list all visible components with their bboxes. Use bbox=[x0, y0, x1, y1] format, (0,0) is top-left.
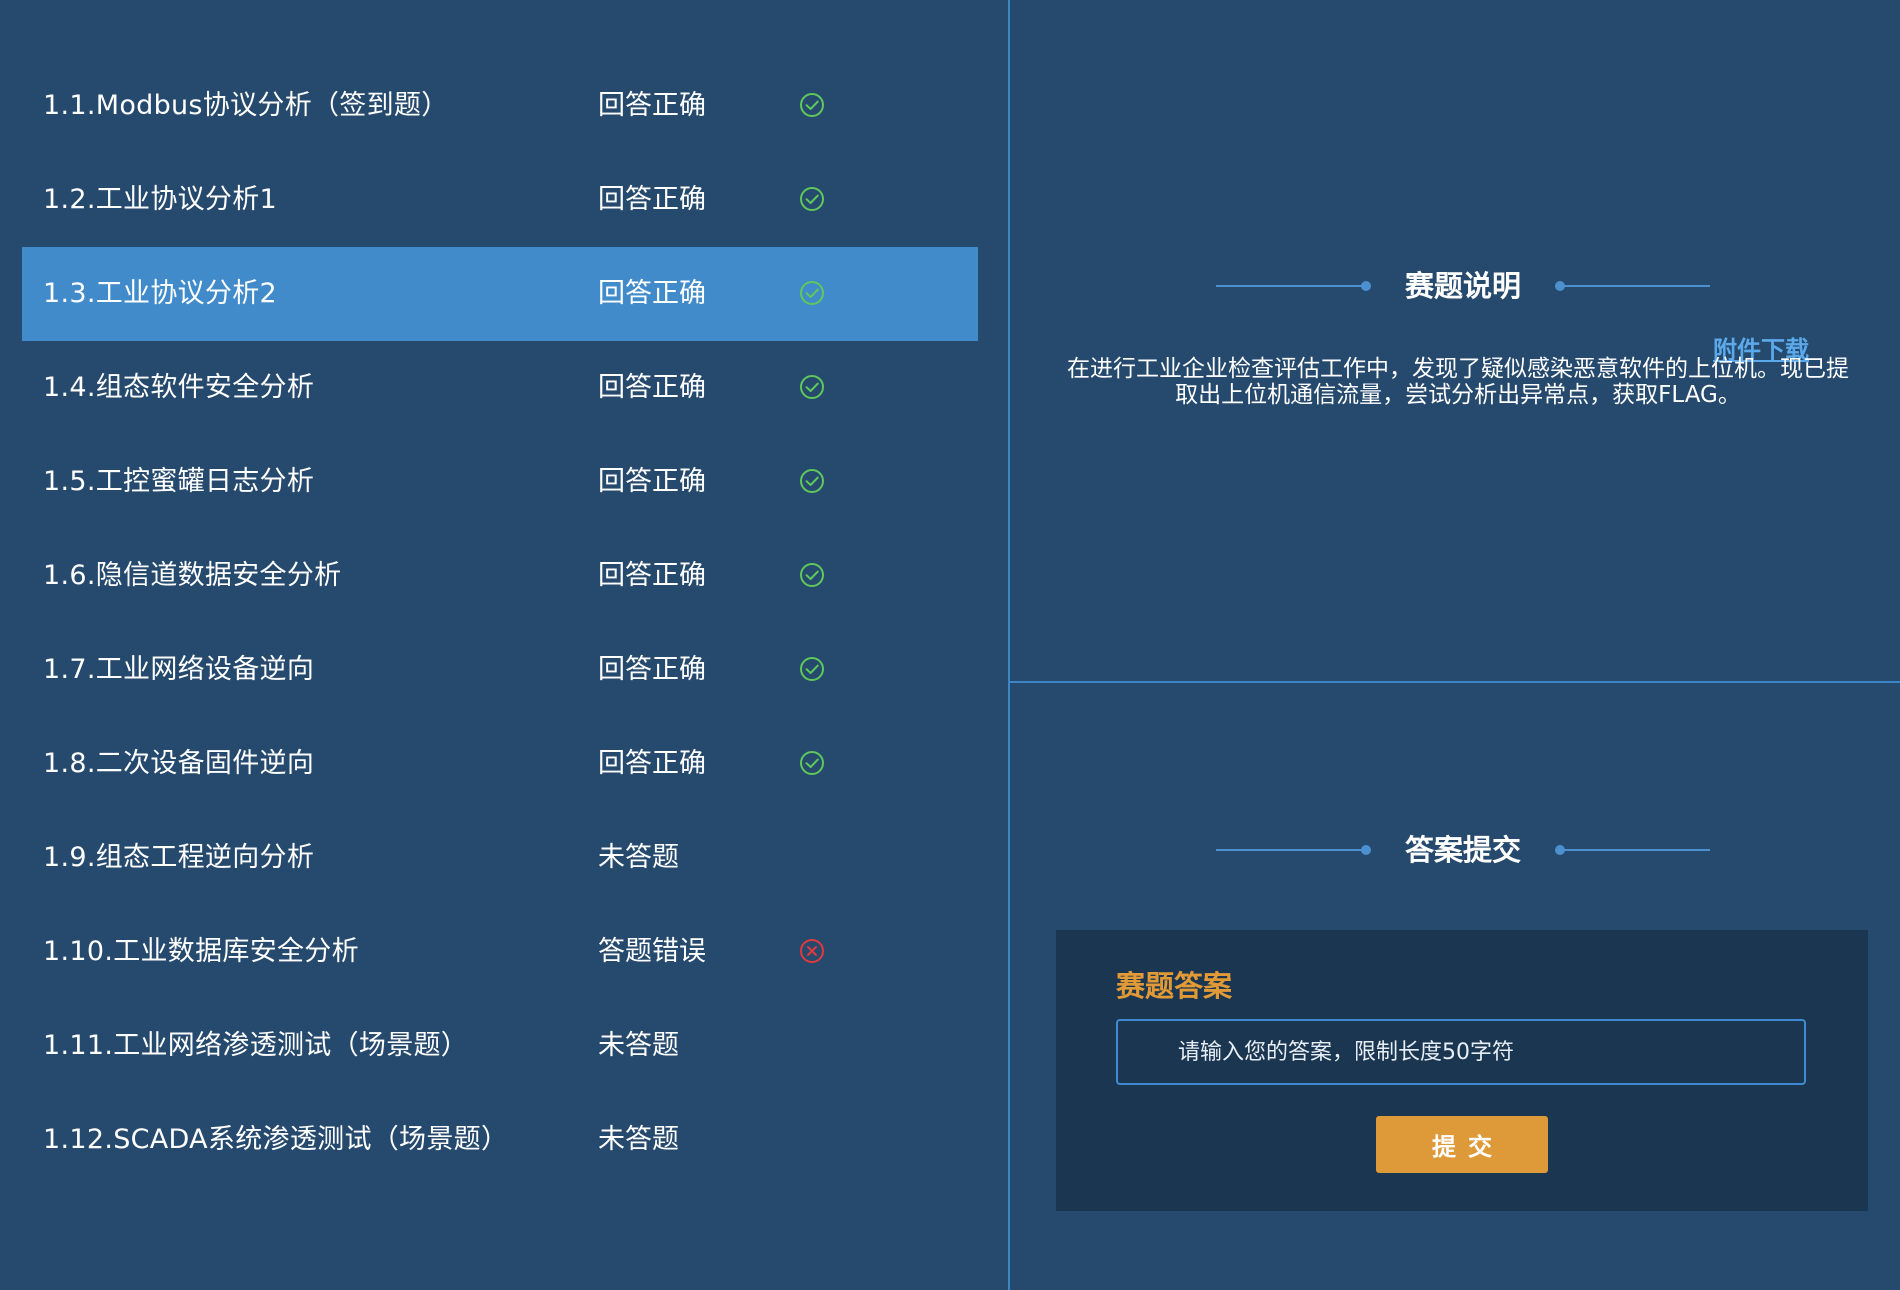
challenge-title: 1.9.组态工程逆向分析 bbox=[43, 842, 315, 873]
challenge-title: 1.1.Modbus协议分析（签到题） bbox=[43, 90, 449, 121]
description-header: 赛题说明 bbox=[1216, 266, 1710, 306]
challenge-status: 未答题 bbox=[598, 1124, 679, 1155]
challenge-status: 回答正确 bbox=[598, 748, 706, 779]
challenge-title: 1.3.工业协议分析2 bbox=[43, 278, 277, 309]
header-line-right bbox=[1562, 849, 1710, 851]
answer-box-title: 赛题答案 bbox=[1116, 969, 1233, 1003]
horizontal-divider bbox=[1010, 681, 1900, 683]
x-circle-icon bbox=[798, 937, 826, 965]
challenge-row[interactable]: 1.4.组态软件安全分析 回答正确 bbox=[22, 341, 978, 435]
challenge-status: 回答正确 bbox=[598, 560, 706, 591]
challenge-title: 1.2.工业协议分析1 bbox=[43, 184, 277, 215]
check-circle-icon bbox=[798, 561, 826, 589]
answer-input[interactable] bbox=[1116, 1019, 1806, 1085]
challenge-status: 回答正确 bbox=[598, 184, 706, 215]
submit-button[interactable]: 提交 bbox=[1376, 1116, 1548, 1173]
challenge-status: 回答正确 bbox=[598, 90, 706, 121]
challenge-title: 1.4.组态软件安全分析 bbox=[43, 372, 315, 403]
header-line-right bbox=[1562, 285, 1710, 287]
check-circle-icon bbox=[798, 655, 826, 683]
challenge-list-panel: 1.1.Modbus协议分析（签到题） 回答正确 1.2.工业协议分析1 回答正确 1.… bbox=[0, 0, 1008, 1290]
challenge-row[interactable]: 1.8.二次设备固件逆向 回答正确 bbox=[22, 717, 978, 811]
challenge-list: 1.1.Modbus协议分析（签到题） 回答正确 1.2.工业协议分析1 回答正确 1.… bbox=[22, 59, 978, 1187]
check-circle-icon bbox=[798, 467, 826, 495]
challenge-row[interactable]: 1.10.工业数据库安全分析 答题错误 bbox=[22, 905, 978, 999]
challenge-status: 回答正确 bbox=[598, 278, 706, 309]
challenge-row[interactable]: 1.5.工控蜜罐日志分析 回答正确 bbox=[22, 435, 978, 529]
challenge-title: 1.11.工业网络渗透测试（场景题） bbox=[43, 1030, 469, 1061]
challenge-title: 1.10.工业数据库安全分析 bbox=[43, 936, 359, 967]
challenge-row[interactable]: 1.2.工业协议分析1 回答正确 bbox=[22, 153, 978, 247]
check-circle-icon bbox=[798, 749, 826, 777]
answer-header: 答案提交 bbox=[1216, 830, 1710, 870]
vertical-divider bbox=[1008, 0, 1010, 1290]
challenge-title: 1.7.工业网络设备逆向 bbox=[43, 654, 315, 685]
check-circle-icon bbox=[798, 279, 826, 307]
check-circle-icon bbox=[798, 91, 826, 119]
challenge-row[interactable]: 1.7.工业网络设备逆向 回答正确 bbox=[22, 623, 978, 717]
challenge-row[interactable]: 1.6.隐信道数据安全分析 回答正确 bbox=[22, 529, 978, 623]
challenge-status: 答题错误 bbox=[598, 936, 706, 967]
challenge-title: 1.8.二次设备固件逆向 bbox=[43, 748, 315, 779]
challenge-title: 1.12.SCADA系统渗透测试（场景题） bbox=[43, 1124, 509, 1155]
answer-box: 赛题答案 提交 bbox=[1056, 930, 1868, 1211]
challenge-row[interactable]: 1.1.Modbus协议分析（签到题） 回答正确 bbox=[22, 59, 978, 153]
challenge-status: 未答题 bbox=[598, 1030, 679, 1061]
challenge-status: 回答正确 bbox=[598, 654, 706, 685]
challenge-row[interactable]: 1.11.工业网络渗透测试（场景题） 未答题 bbox=[22, 999, 978, 1093]
check-circle-icon bbox=[798, 373, 826, 401]
challenge-description: 在进行工业企业检查评估工作中，发现了疑似感染恶意软件的上位机。现已提取出上位机通… bbox=[1067, 356, 1849, 408]
challenge-status: 回答正确 bbox=[598, 372, 706, 403]
challenge-row[interactable]: 1.12.SCADA系统渗透测试（场景题） 未答题 bbox=[22, 1093, 978, 1187]
challenge-status: 回答正确 bbox=[598, 466, 706, 497]
challenge-row[interactable]: 1.9.组态工程逆向分析 未答题 bbox=[22, 811, 978, 905]
challenge-row[interactable]: 1.3.工业协议分析2 回答正确 bbox=[22, 247, 978, 341]
check-circle-icon bbox=[798, 185, 826, 213]
challenge-title: 1.6.隐信道数据安全分析 bbox=[43, 560, 342, 591]
challenge-status: 未答题 bbox=[598, 842, 679, 873]
challenge-title: 1.5.工控蜜罐日志分析 bbox=[43, 466, 315, 497]
